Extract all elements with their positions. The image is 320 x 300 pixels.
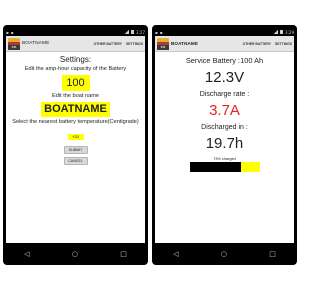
cancel-button[interactable]: CANCEL <box>63 157 88 165</box>
app-logo-icon: BM <box>157 37 169 50</box>
status-time: 3:29 <box>285 29 294 35</box>
status-bar: ▪ ▪ 3:27 <box>6 29 145 35</box>
app-screen: BM BOATNAME OTHER BATTERY SETTINGS Servi… <box>155 36 294 243</box>
device-settings: ▪ ▪ 3:27 BM BOATNAME OTHER BATTERY SETTI… <box>3 25 148 265</box>
status-time: 3:27 <box>136 29 145 35</box>
battery-icon <box>280 30 284 34</box>
charge-bar <box>189 162 260 172</box>
status-icons: ▪ ▪ <box>6 30 13 35</box>
app-title: BOATNAME <box>171 41 198 46</box>
discharge-rate-label: Discharge rate : <box>199 91 250 98</box>
notification-icon: ▪ <box>159 29 163 35</box>
recents-icon[interactable]: □ <box>120 250 127 258</box>
discharge-rate-value: 3.7A <box>209 102 240 119</box>
battery-status: Service Battery :100 Ah 12.3V Discharge … <box>155 56 294 172</box>
status-right: 3:29 <box>274 30 294 35</box>
notification-icon: ▪ <box>155 29 158 35</box>
action-bar: BM BOATNAME OTHER BATTERY SETTINGS <box>6 36 145 52</box>
discharged-in-value: 19.7h <box>205 135 244 152</box>
app-screen: BM BOATNAME OTHER BATTERY SETTINGS Setti… <box>6 36 145 243</box>
nav-bar: ◁ ○ □ <box>152 249 297 259</box>
capacity-input[interactable]: 100 <box>61 75 90 91</box>
menu-other-battery[interactable]: OTHER BATTERY <box>94 42 122 46</box>
boatname-label: Edit the boat name <box>52 93 99 99</box>
menu-settings[interactable]: SETTINGS <box>275 42 292 46</box>
nav-bar: ◁ ○ □ <box>3 249 148 259</box>
voltage-value: 12.3V <box>204 69 245 86</box>
status-icons: ▪ ▪ <box>155 30 162 35</box>
notification-icon: ▪ <box>6 29 9 35</box>
back-icon[interactable]: ◁ <box>173 250 178 258</box>
action-bar: BM BOATNAME OTHER BATTERY SETTINGS <box>155 36 294 52</box>
discharged-in-label: Discharged in : <box>201 124 248 131</box>
charge-bar-remaining <box>240 162 260 172</box>
notification-icon: ▪ <box>10 29 14 35</box>
signal-icon <box>274 30 279 34</box>
status-right: 3:27 <box>125 30 145 35</box>
charge-bar-fill <box>189 162 241 172</box>
battery-title: Service Battery :100 Ah <box>185 56 264 65</box>
back-icon[interactable]: ◁ <box>24 250 29 258</box>
menu-other-battery[interactable]: OTHER BATTERY <box>243 42 271 46</box>
app-logo-icon: BM <box>8 37 20 50</box>
submit-button[interactable]: SUBMIT <box>63 146 88 154</box>
device-battery-status: ▪ ▪ 3:29 BM BOATNAME OTHER BATTERY SETTI… <box>152 25 297 265</box>
capacity-label: Edit the amp-hour capacity of the Batter… <box>24 66 127 72</box>
settings-form: Settings: Edit the amp-hour capacity of … <box>6 55 145 165</box>
menu-settings[interactable]: SETTINGS <box>126 42 143 46</box>
recents-icon[interactable]: □ <box>269 250 276 258</box>
settings-title: Settings: <box>59 55 92 64</box>
app-title: BOATNAME <box>22 41 50 46</box>
temperature-select[interactable]: +20 <box>67 134 84 140</box>
home-icon[interactable]: ○ <box>72 250 78 258</box>
signal-icon <box>125 30 130 34</box>
status-bar: ▪ ▪ 3:29 <box>155 29 294 35</box>
temperature-label: Select the nearest battery temperature(C… <box>12 119 139 125</box>
home-icon[interactable]: ○ <box>221 250 227 258</box>
charge-percent-label: 73% charged <box>213 157 236 161</box>
battery-icon <box>131 30 135 34</box>
boatname-input[interactable]: BOATNAME <box>41 102 110 117</box>
